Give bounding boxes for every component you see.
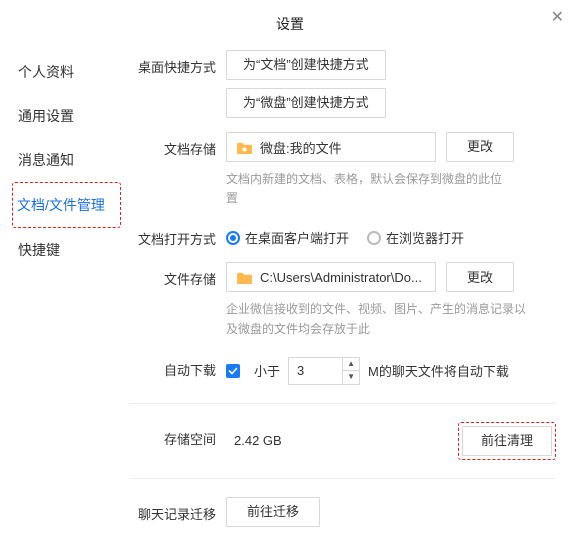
open-mode-browser-label: 在浏览器打开 [386, 228, 464, 247]
sidebar-item-shortcuts[interactable]: 快捷键 [18, 228, 130, 272]
file-storage-change-button[interactable]: 更改 [446, 262, 514, 292]
file-storage-path-box[interactable]: C:\Users\Administrator\Do... [226, 262, 436, 292]
create-drive-shortcut-button[interactable]: 为“微盘”创建快捷方式 [226, 88, 386, 118]
auto-download-label: 自动下载 [130, 353, 216, 379]
auto-download-suffix: M的聊天文件将自动下载 [368, 361, 509, 380]
sidebar-item-profile[interactable]: 个人资料 [18, 50, 130, 94]
auto-download-size-value: 3 [289, 363, 342, 378]
radio-unchecked-icon [367, 231, 381, 245]
doc-storage-hint: 文档内新建的文档、表格，默认会保存到微盘的此位置 [226, 170, 506, 208]
doc-storage-change-button[interactable]: 更改 [446, 132, 514, 162]
file-storage-hint: 企业微信接收到的文件、视频、图片、产生的消息记录以及微盘的文件均会存放于此 [226, 300, 526, 338]
sidebar: 个人资料 通用设置 消息通知 文档/文件管理 快捷键 [0, 50, 130, 535]
stepper-down-icon[interactable]: ▼ [343, 371, 359, 383]
sidebar-item-file-management[interactable]: 文档/文件管理 [12, 182, 121, 228]
go-migrate-button[interactable]: 前往迁移 [226, 497, 320, 527]
auto-download-checkbox[interactable] [226, 364, 246, 378]
doc-storage-path: 微盘:我的文件 [260, 138, 342, 157]
cloud-folder-icon [237, 141, 252, 154]
divider [130, 478, 556, 479]
content-panel: 桌面快捷方式 为“文档”创建快捷方式 为“微盘”创建快捷方式 文档存储 [130, 50, 580, 535]
file-storage-path: C:\Users\Administrator\Do... [260, 270, 422, 285]
folder-icon [237, 271, 252, 284]
sidebar-item-notifications[interactable]: 消息通知 [18, 138, 130, 182]
auto-download-size-stepper[interactable]: 3 ▲ ▼ [288, 357, 360, 385]
storage-space-label: 存储空间 [130, 422, 216, 448]
create-doc-shortcut-button[interactable]: 为“文档”创建快捷方式 [226, 50, 386, 80]
radio-checked-icon [226, 231, 240, 245]
storage-space-value: 2.42 GB [226, 433, 366, 448]
highlight-box: 前往清理 [458, 422, 556, 460]
doc-storage-label: 文档存储 [130, 132, 216, 158]
doc-storage-path-box[interactable]: 微盘:我的文件 [226, 132, 436, 162]
auto-download-lessthan: 小于 [254, 361, 280, 380]
open-mode-client-label: 在桌面客户端打开 [245, 228, 349, 247]
window-title: 设置 [0, 0, 580, 34]
desktop-shortcut-label: 桌面快捷方式 [130, 50, 216, 76]
migrate-label: 聊天记录迁移 [130, 497, 216, 523]
open-mode-client-radio[interactable]: 在桌面客户端打开 [226, 228, 349, 247]
go-clean-button[interactable]: 前往清理 [462, 426, 552, 456]
stepper-up-icon[interactable]: ▲ [343, 358, 359, 371]
sidebar-item-general[interactable]: 通用设置 [18, 94, 130, 138]
open-mode-label: 文档打开方式 [130, 222, 216, 248]
divider [130, 403, 556, 404]
open-mode-browser-radio[interactable]: 在浏览器打开 [367, 228, 464, 247]
close-icon[interactable]: ✕ [551, 10, 564, 26]
checkbox-checked-icon [226, 364, 240, 378]
file-storage-label: 文件存储 [130, 262, 216, 288]
